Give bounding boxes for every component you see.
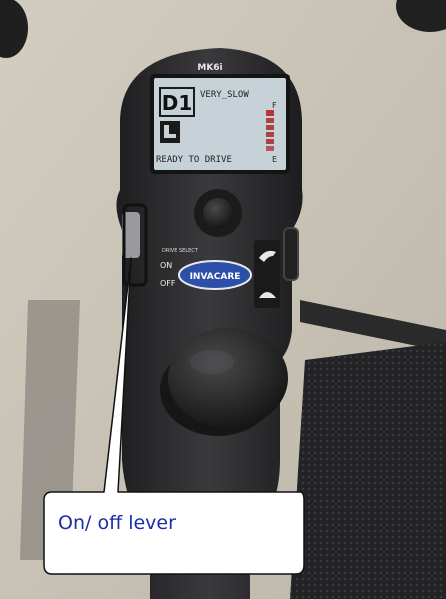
on-label: ON [160, 261, 172, 270]
speed-dial[interactable] [283, 227, 299, 281]
wheelchair-icon [160, 121, 180, 143]
invacare-logo-text: INVACARE [190, 272, 241, 282]
mesh-seat [290, 342, 446, 599]
status-text: READY TO DRIVE [156, 155, 232, 165]
battery-full-mark: F [272, 101, 277, 110]
off-label: OFF [160, 279, 176, 288]
joystick-knob[interactable] [168, 328, 288, 428]
mode-button[interactable] [203, 198, 233, 228]
drive-select-label: DRIVE SELECT [162, 248, 199, 254]
joystick-highlight [190, 350, 234, 374]
callout-label: On/ off lever [58, 512, 176, 534]
battery-empty-mark: E [272, 155, 277, 164]
model-badge: MK6i [197, 63, 222, 73]
hare-fast-icon[interactable] [256, 244, 278, 266]
joystick-photo-scene: MK6i D1 VERY_SLOW READY TO DRIVE F E DRI… [0, 0, 446, 599]
tortoise-slow-icon[interactable] [256, 282, 278, 304]
speed-mode: VERY_SLOW [200, 90, 249, 100]
drive-profile: D1 [162, 91, 193, 115]
